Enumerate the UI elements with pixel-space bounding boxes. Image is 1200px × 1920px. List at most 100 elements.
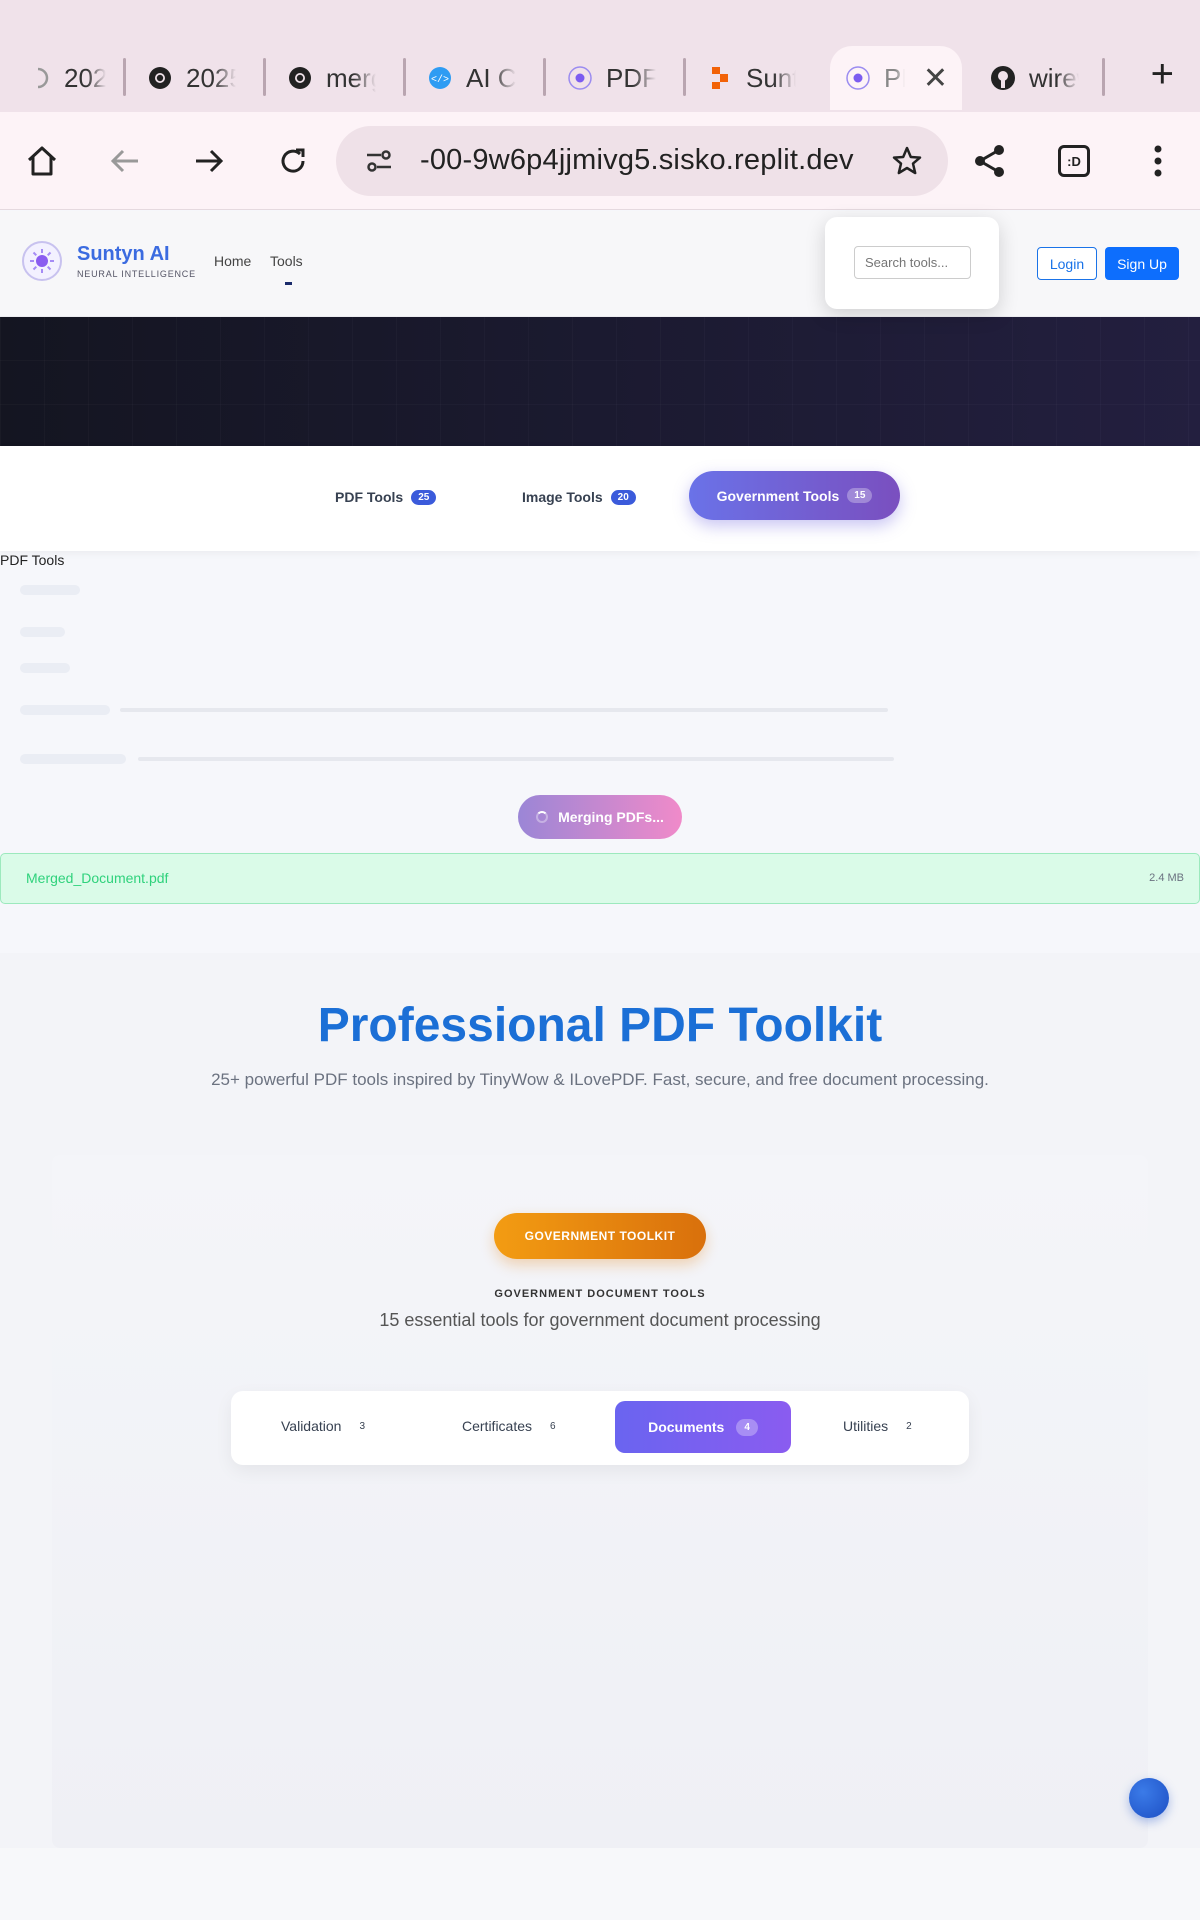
tab-label: Government Tools: [716, 487, 840, 504]
browser-tab-strip: 2025 2025 merge </> AI Co PDF T Sunty: [0, 0, 1200, 112]
subtab-label: Documents: [648, 1419, 725, 1435]
svg-text:</>: </>: [431, 74, 449, 86]
subtab-count: 6: [550, 1420, 556, 1432]
progress-track: [120, 708, 888, 712]
suntyn-logo-icon[interactable]: [22, 241, 62, 281]
spinner-icon: [536, 811, 549, 823]
browser-toolbar: -00-9w6p4jjmivg5.sisko.replit.dev :D: [0, 112, 1200, 210]
section-label: PDF Tools: [0, 552, 65, 568]
placeholder-line: [20, 705, 110, 715]
suntyn-logo-icon: [566, 64, 594, 92]
back-icon[interactable]: [100, 136, 150, 186]
tab-count-badge: :D: [1058, 145, 1090, 177]
loading-icon: [24, 64, 52, 92]
placeholder-line: [20, 663, 70, 673]
subtab-count: 4: [736, 1418, 758, 1436]
chrome-icon: [146, 64, 174, 92]
page-subtitle: 25+ powerful PDF tools inspired by TinyW…: [211, 1070, 989, 1089]
suntyn-logo-icon: [844, 64, 872, 92]
close-tab-icon[interactable]: ✕: [923, 61, 948, 96]
bookmark-star-icon[interactable]: [890, 144, 924, 183]
forward-icon[interactable]: [184, 136, 234, 186]
tab-title: merge: [326, 62, 376, 93]
subtab-validation[interactable]: Validation 3: [281, 1418, 365, 1434]
subtab-label: Validation: [281, 1418, 342, 1434]
tab-title: Sunty: [746, 62, 796, 93]
site-header: Suntyn AI NEURAL INTELLIGENCE Home Tools: [0, 211, 1200, 317]
count-badge: 20: [610, 489, 636, 505]
merging-label: Merging PDFs...: [558, 809, 664, 825]
tab-pdf-tools[interactable]: PDF Tools 25: [335, 489, 437, 505]
result-file-name[interactable]: Merged_Document.pdf: [26, 870, 168, 886]
tab-separator: [123, 58, 126, 96]
code-chat-icon: </>: [426, 64, 454, 92]
government-subtab-bar: Validation 3 Certificates 6 Utilities 2: [231, 1391, 969, 1465]
tab-switcher-button[interactable]: :D: [1049, 136, 1099, 186]
tab-separator: [403, 58, 406, 96]
brand-tagline: NEURAL INTELLIGENCE: [77, 269, 196, 279]
browser-tab[interactable]: 2025: [10, 46, 120, 110]
tab-separator: [1102, 58, 1105, 96]
subtab-count: 2: [906, 1420, 912, 1432]
page-title: Professional PDF Toolkit: [317, 999, 883, 1052]
signup-button[interactable]: Sign Up: [1105, 247, 1179, 280]
replit-icon: [706, 64, 734, 92]
browser-tab[interactable]: Sunty: [692, 46, 810, 110]
government-section-label: GOVERNMENT DOCUMENT TOOLS: [494, 1288, 706, 1300]
government-toolkit-badge: GOVERNMENT TOOLKIT: [494, 1213, 706, 1259]
new-tab-icon[interactable]: +: [1151, 52, 1174, 97]
browser-tab[interactable]: </> AI Co: [412, 46, 530, 110]
home-icon[interactable]: [17, 136, 67, 186]
subtab-count: 3: [359, 1420, 366, 1432]
placeholder-line: [20, 585, 80, 595]
subtab-utilities[interactable]: Utilities 2: [843, 1418, 912, 1434]
browser-tab[interactable]: 2025: [132, 46, 250, 110]
nav-home-link[interactable]: Home: [214, 253, 251, 269]
floating-action-button[interactable]: [1129, 1778, 1169, 1818]
subtab-label: Certificates: [462, 1418, 533, 1434]
tab-label: PDF Tools: [335, 489, 404, 505]
count-badge: 15: [847, 488, 873, 503]
subtab-certificates[interactable]: Certificates 6: [462, 1418, 556, 1434]
login-button[interactable]: Login: [1037, 247, 1097, 280]
browser-tab[interactable]: wirew: [975, 46, 1093, 110]
subtab-documents[interactable]: Documents 4: [615, 1401, 791, 1453]
browser-tab-active[interactable]: PD ✕: [830, 46, 962, 110]
reload-icon[interactable]: [268, 136, 318, 186]
tab-image-tools[interactable]: Image Tools 20: [522, 489, 636, 505]
tab-title: PDF T: [606, 62, 656, 93]
search-popover: [825, 217, 999, 309]
government-section-description: 15 essential tools for government docume…: [379, 1310, 821, 1330]
search-input[interactable]: [854, 246, 971, 279]
tab-title: AI Co: [466, 62, 516, 93]
tab-separator: [543, 58, 546, 96]
merging-status-button[interactable]: Merging PDFs...: [518, 795, 682, 839]
tab-title: 2025: [186, 62, 236, 93]
tab-separator: [263, 58, 266, 96]
result-file-size: 2.4 MB: [1149, 872, 1184, 884]
tab-title: PD: [884, 62, 905, 93]
merge-result-item[interactable]: Merged_Document.pdf 2.4 MB: [0, 853, 1200, 904]
tab-title: 2025: [64, 62, 106, 93]
menu-kebab-icon[interactable]: [1133, 136, 1183, 186]
address-bar[interactable]: -00-9w6p4jjmivg5.sisko.replit.dev: [336, 126, 948, 196]
browser-tab[interactable]: merge: [272, 46, 390, 110]
hero-banner: [0, 317, 1200, 446]
placeholder-line: [20, 754, 126, 764]
tab-government-tools[interactable]: Government Tools 15: [689, 471, 900, 520]
tab-separator: [683, 58, 686, 96]
page-footer-strip: [0, 1848, 1200, 1920]
subtab-label: Utilities: [843, 1418, 889, 1434]
github-icon: [989, 64, 1017, 92]
nav-tools-link[interactable]: Tools: [270, 253, 303, 269]
tab-label: Image Tools: [522, 489, 603, 505]
count-badge: 25: [411, 489, 437, 505]
site-settings-icon[interactable]: [364, 146, 394, 181]
share-icon[interactable]: [965, 136, 1015, 186]
browser-tab[interactable]: PDF T: [552, 46, 670, 110]
brand-name[interactable]: Suntyn AI: [77, 243, 170, 266]
tab-title: wirew: [1029, 62, 1079, 93]
nav-active-indicator: [285, 282, 292, 285]
category-tab-bar: PDF Tools 25 Image Tools 20: [0, 446, 1200, 551]
placeholder-line: [20, 627, 65, 637]
